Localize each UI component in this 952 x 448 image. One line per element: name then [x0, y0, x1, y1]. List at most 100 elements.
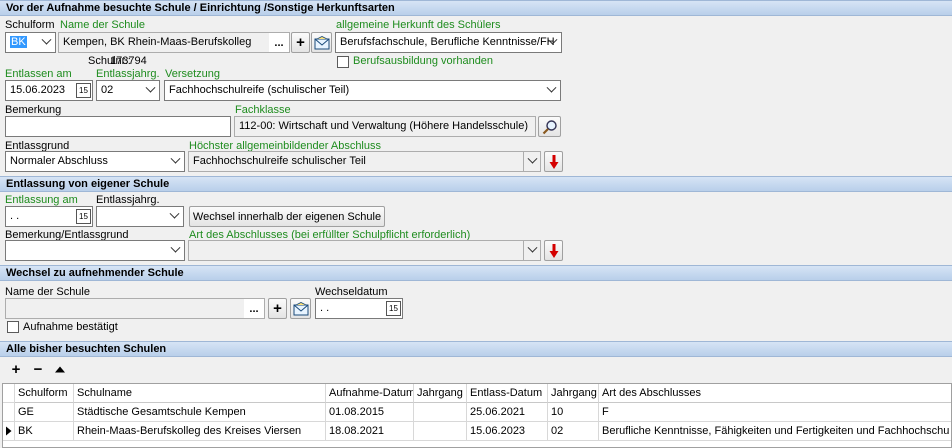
chevron-down-icon[interactable] [38, 33, 55, 52]
entlassung-label: Entlassung am [5, 194, 78, 206]
entlassgrund-value: Normaler Abschluss [10, 155, 108, 167]
fachklasse-label: Fachklasse [235, 104, 291, 116]
berufsausbildung-label: Berufsausbildung vorhanden [353, 55, 494, 67]
wechsel-innerhalb-button[interactable]: Wechsel innerhalb der eigenen Schule [189, 206, 385, 227]
table-cell[interactable]: Städtische Gesamtschule Kempen [74, 403, 326, 422]
schulen-table[interactable]: Schulform Schulname Aufnahme-Datum Jahrg… [2, 383, 952, 448]
table-header-row: Schulform Schulname Aufnahme-Datum Jahrg… [3, 384, 951, 403]
bemerkung-entlassgrund-select[interactable] [5, 240, 185, 261]
table-cell[interactable] [414, 422, 467, 441]
table-cell[interactable]: Rhein-Maas-Berufskolleg des Kreises Vier… [74, 422, 326, 441]
chevron-down-icon[interactable] [544, 33, 561, 52]
table-cell[interactable]: 25.06.2021 [467, 403, 548, 422]
column-header[interactable]: Entlass-Datum [467, 384, 548, 403]
chevron-down-icon[interactable] [523, 152, 540, 171]
abschluss-select[interactable]: Fachhochschulreife schulischer Teil [188, 151, 541, 172]
schule-value: Kempen, BK Rhein-Maas-Berufskolleg [63, 36, 252, 48]
art-abschluss-select[interactable] [188, 240, 541, 261]
chevron-down-icon[interactable] [167, 152, 184, 171]
table-cell[interactable]: GE [15, 403, 74, 422]
entlassung-value: . . [10, 210, 20, 222]
fachklasse-value: 112-00: Wirtschaft und Verwaltung (Höher… [239, 120, 529, 132]
column-header[interactable]: Aufnahme-Datum [326, 384, 414, 403]
table-cell[interactable]: 02 [548, 422, 599, 441]
abschluss-arrow-button[interactable] [544, 151, 563, 172]
column-header[interactable]: Jahrgang [548, 384, 599, 403]
schulform-value: BK [10, 36, 27, 48]
schule-field[interactable]: Kempen, BK Rhein-Maas-Berufskolleg ... [58, 32, 290, 53]
aufnahme-bestaetigt-label: Aufnahme bestätigt [23, 321, 118, 333]
arrow-down-icon [549, 243, 558, 258]
schulform-select[interactable]: BK [5, 32, 56, 53]
entlassgrund-select[interactable]: Normaler Abschluss [5, 151, 185, 172]
versetzung-label: Versetzung [165, 68, 221, 80]
add-row-button[interactable]: + [7, 360, 25, 378]
table-row[interactable]: BK Rhein-Maas-Berufskolleg des Kreises V… [3, 422, 951, 441]
minus-icon: − [33, 360, 43, 378]
add-schule-button[interactable]: + [291, 32, 310, 53]
section-header-entlassung: Entlassung von eigener Schule [0, 176, 952, 192]
bemerkung-field[interactable] [5, 116, 231, 137]
calendar-icon[interactable]: 15 [76, 209, 91, 224]
ellipsis-icon[interactable]: ... [244, 299, 264, 318]
column-header[interactable]: Schulname [74, 384, 326, 403]
aufnahme-bestaetigt-checkbox[interactable] [7, 321, 19, 333]
table-cell[interactable]: 18.08.2021 [326, 422, 414, 441]
plus-icon: + [11, 360, 21, 378]
column-header[interactable]: Schulform [15, 384, 74, 403]
entlassjahrg-label: Entlassjahrg. [96, 68, 160, 80]
fachklasse-search-button[interactable] [538, 116, 561, 137]
entlassjahrg-select[interactable]: 02 [96, 80, 160, 101]
entlassen-label: Entlassen am [5, 68, 72, 80]
table-cell[interactable]: 15.06.2023 [467, 422, 548, 441]
row-indicator [3, 403, 15, 422]
chevron-down-icon[interactable] [166, 207, 183, 226]
wechsel-mail-button[interactable] [290, 298, 311, 319]
arrow-down-icon [549, 154, 558, 169]
move-up-button[interactable] [51, 360, 69, 378]
calendar-icon[interactable]: 15 [76, 83, 91, 98]
mail-button[interactable] [311, 32, 332, 53]
wechsel-schule-field[interactable]: ... [5, 298, 265, 319]
schulnr-value: 173794 [110, 55, 147, 67]
plus-icon: + [273, 300, 282, 317]
herkunft-label: allgemeine Herkunft des Schülers [336, 19, 501, 31]
table-cell[interactable]: Berufliche Kenntnisse, Fähigkeiten und F… [599, 422, 951, 441]
calendar-icon[interactable]: 15 [386, 301, 401, 316]
envelope-icon [314, 35, 329, 49]
table-cell[interactable]: F [599, 403, 951, 422]
art-abschluss-arrow-button[interactable] [544, 240, 563, 261]
chevron-down-icon[interactable] [142, 81, 159, 100]
chevron-down-icon[interactable] [543, 81, 560, 100]
remove-row-button[interactable]: − [29, 360, 47, 378]
table-cell[interactable]: 10 [548, 403, 599, 422]
versetzung-value: Fachhochschulreife (schulischer Teil) [169, 84, 350, 96]
berufsausbildung-checkbox[interactable] [337, 56, 349, 68]
chevron-down-icon[interactable] [523, 241, 540, 260]
versetzung-select[interactable]: Fachhochschulreife (schulischer Teil) [164, 80, 561, 101]
entlassung-date-field[interactable]: . . 15 [5, 206, 93, 227]
abschluss-value: Fachhochschulreife schulischer Teil [193, 155, 366, 167]
ellipsis-icon[interactable]: ... [269, 33, 289, 52]
table-row[interactable]: GE Städtische Gesamtschule Kempen 01.08.… [3, 403, 951, 422]
row-indicator [3, 384, 15, 403]
entlassjahrg2-label: Entlassjahrg. [96, 194, 160, 206]
column-header[interactable]: Art des Abschlusses [599, 384, 951, 403]
add-wechsel-schule-button[interactable]: + [268, 298, 287, 319]
table-cell[interactable]: 01.08.2015 [326, 403, 414, 422]
table-cell[interactable]: BK [15, 422, 74, 441]
row-indicator [3, 422, 15, 441]
fachklasse-field[interactable]: 112-00: Wirtschaft und Verwaltung (Höher… [234, 116, 536, 137]
wechseldatum-field[interactable]: . . 15 [315, 298, 403, 319]
envelope-icon [293, 301, 308, 315]
chevron-down-icon[interactable] [167, 241, 184, 260]
current-row-icon [6, 426, 12, 436]
section-header-wechsel: Wechsel zu aufnehmender Schule [0, 265, 952, 281]
entlassjahrg2-select[interactable] [96, 206, 184, 227]
column-header[interactable]: Jahrgang [414, 384, 467, 403]
herkunft-select[interactable]: Berufsfachschule, Berufliche Kenntnisse/… [335, 32, 562, 53]
entlassen-date-field[interactable]: 15.06.2023 15 [5, 80, 93, 101]
search-icon [542, 119, 557, 134]
table-cell[interactable] [414, 403, 467, 422]
wechseldatum-label: Wechseldatum [315, 286, 388, 298]
